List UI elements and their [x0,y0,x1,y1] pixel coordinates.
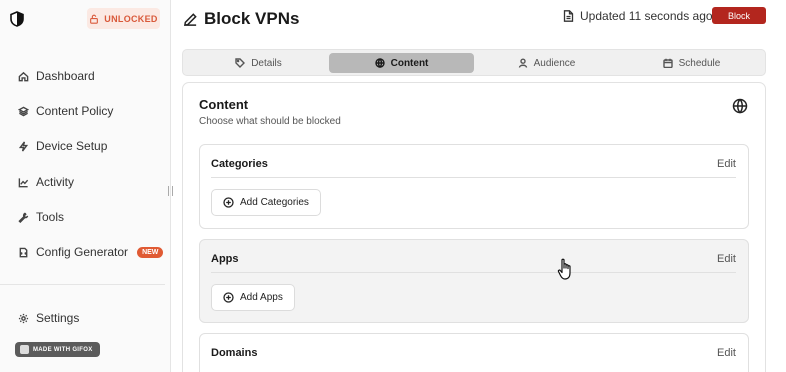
tab-label: Audience [533,57,576,69]
tab-content[interactable]: Content [329,53,474,73]
page-title: Block VPNs [183,8,299,30]
add-button-label: Add Categories [240,197,309,208]
section-title: Categories [211,158,268,170]
edit-domains-link[interactable]: Edit [717,347,736,359]
unlocked-badge[interactable]: UNLOCKED [87,8,160,29]
categories-section: Categories Edit Add Categories [199,144,749,229]
wrench-icon [18,212,29,223]
sidebar-item-config-generator[interactable]: Config Generator NEW [18,242,164,262]
sidebar-item-label: Config Generator [36,245,129,259]
bolt-icon [18,141,29,151]
globe-icon [374,58,385,68]
hand-pointer-cursor-icon [557,258,571,280]
gear-icon [18,313,29,323]
sidebar-item-label: Settings [36,311,80,325]
sidebar-item-label: Tools [36,210,65,224]
plus-circle-icon [223,197,234,208]
shield-logo-icon[interactable] [9,11,25,27]
new-badge: NEW [137,246,164,258]
page-title-text: Block VPNs [204,9,300,28]
file-code-icon [19,247,28,257]
add-apps-button[interactable]: Add Apps [211,284,295,311]
home-icon [18,71,29,81]
sidebar-item-dashboard[interactable]: Dashboard [18,66,95,86]
sidebar-divider [0,284,165,285]
section-title: Domains [211,347,258,359]
add-categories-button[interactable]: Add Categories [211,189,321,216]
gifox-logo-icon [20,345,29,354]
sidebar-item-content-policy[interactable]: Content Policy [18,101,113,121]
layers-icon [18,106,29,116]
content-title: Content [199,97,249,112]
edit-categories-link[interactable]: Edit [717,158,736,170]
sidebar-item-tools[interactable]: Tools [18,207,64,227]
sidebar-item-device-setup[interactable]: Device Setup [18,136,107,156]
made-with-label: MADE WITH GIFOX [33,346,93,353]
section-divider [211,177,736,178]
tab-audience[interactable]: Audience [474,53,619,73]
tab-details[interactable]: Details [186,53,331,73]
tab-schedule[interactable]: Schedule [619,53,764,73]
updated-status: Updated 11 seconds ago [563,8,713,24]
edit-apps-link[interactable]: Edit [717,253,736,265]
sidebar-item-settings[interactable]: Settings [18,308,79,328]
tab-label: Details [251,57,282,69]
globe-icon [732,98,748,114]
tab-bar: Details Content Audience Schedule [182,49,766,76]
add-button-label: Add Apps [240,292,283,303]
calendar-icon [662,58,673,68]
sidebar-item-label: Content Policy [36,104,114,118]
user-icon [518,58,527,68]
updated-text: Updated 11 seconds ago [580,9,713,23]
sidebar-resize-handle[interactable] [168,186,173,196]
domains-section: Domains Edit [199,333,749,372]
made-with-gifox-badge: MADE WITH GIFOX [15,342,100,357]
chart-line-icon [18,177,29,187]
section-divider [211,272,736,273]
pencil-icon[interactable] [183,12,198,27]
content-subtitle: Choose what should be blocked [199,116,341,127]
sidebar-item-label: Activity [36,175,75,189]
scrollbar[interactable] [782,0,786,372]
sidebar-item-label: Device Setup [36,139,108,153]
sidebar-item-activity[interactable]: Activity [18,172,74,192]
sidebar-item-label: Dashboard [36,69,95,83]
tag-icon [235,58,246,68]
plus-circle-icon [223,292,234,303]
apps-section: Apps Edit Add Apps [199,239,749,323]
unlocked-label: UNLOCKED [104,13,158,24]
lock-open-icon [90,14,99,24]
block-button[interactable]: Block [712,7,766,24]
tab-label: Schedule [678,57,721,69]
sidebar: UNLOCKED Dashboard Content Policy Device… [0,0,171,372]
section-title: Apps [211,253,239,265]
document-icon [563,10,574,22]
tab-label: Content [390,57,429,69]
